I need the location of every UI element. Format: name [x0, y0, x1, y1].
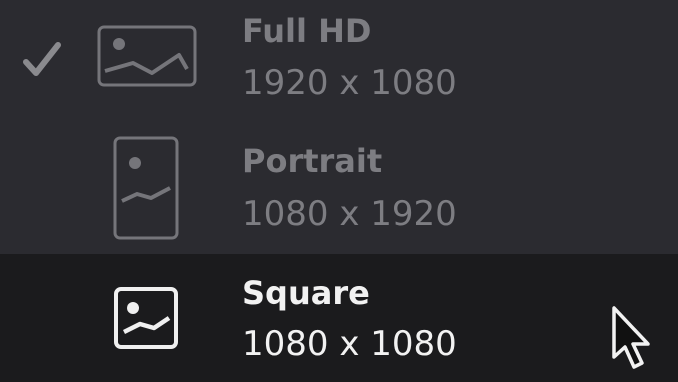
- mouse-pointer-icon: [612, 306, 650, 369]
- portrait-image-icon: [113, 136, 179, 240]
- square-image-icon: [114, 287, 178, 349]
- checkmark-icon: [23, 42, 61, 76]
- aspect-ratio-menu: Full HD 1920 x 1080 Portrait 1080 x 1920…: [0, 0, 678, 382]
- menu-item-resolution: 1080 x 1920: [242, 194, 457, 234]
- landscape-image-icon: [97, 25, 197, 87]
- menu-item-title: Square: [242, 274, 370, 312]
- menu-item-title: Full HD: [242, 12, 372, 50]
- menu-item-resolution: 1920 x 1080: [242, 63, 457, 103]
- menu-item-title: Portrait: [242, 142, 383, 180]
- menu-item-resolution: 1080 x 1080: [242, 324, 457, 364]
